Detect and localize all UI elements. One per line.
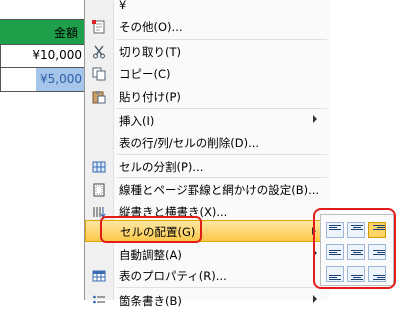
align-top-right-button[interactable] [368, 222, 386, 238]
menu-item-split-cells[interactable]: セルの分割(P)... [85, 155, 329, 178]
submenu-arrow-icon [313, 295, 317, 303]
bullets-icon [91, 293, 107, 309]
table: 金額 ¥10,000 ¥5,000 [0, 0, 84, 300]
align-line-icon [373, 225, 385, 226]
align-line-icon [329, 275, 341, 276]
menu-item-delete-cells[interactable]: 表の行/列/セルの削除(D)... [85, 131, 329, 154]
menu-item-other-symbols[interactable]: その他(O)... [85, 15, 329, 38]
align-line-icon [373, 275, 385, 276]
align-line-icon [351, 275, 363, 276]
context-menu: ¥ その他(O)... 切り取り(T) コピー(C) 貼り付け(P) 挿入(I)… [84, 0, 329, 308]
menu-item-table-properties[interactable]: 表のプロパティ(R)... [85, 264, 329, 287]
menu-item-insert[interactable]: 挿入(I) [85, 109, 329, 132]
align-line-icon [351, 225, 363, 226]
table-cell-value: ¥10,000 [32, 48, 82, 62]
align-line-icon [351, 279, 363, 280]
align-middle-center-button[interactable] [347, 244, 365, 260]
menu-item-copy[interactable]: コピー(C) [85, 62, 329, 85]
menu-item-paste[interactable]: 貼り付け(P) [85, 85, 329, 108]
borders-icon [91, 182, 107, 198]
menu-item-cut[interactable]: 切り取り(T) [85, 40, 329, 63]
align-line-icon [329, 254, 341, 255]
submenu-arrow-icon [313, 115, 317, 123]
align-bottom-left-button[interactable] [326, 266, 344, 282]
table-cell-value: ¥5,000 [40, 72, 82, 86]
table-properties-icon [91, 268, 107, 284]
align-line-icon [373, 279, 385, 280]
align-line-icon [329, 229, 341, 230]
align-line-icon [373, 250, 385, 251]
split-cells-icon [91, 159, 107, 175]
align-line-icon [329, 279, 341, 280]
align-line-icon [373, 254, 385, 255]
align-middle-right-button[interactable] [368, 244, 386, 260]
align-line-icon [353, 227, 361, 228]
align-line-icon [351, 254, 363, 255]
align-line-icon [351, 229, 363, 230]
menu-item-autofit[interactable]: 自動調整(A) [85, 243, 329, 266]
align-line-icon [377, 277, 385, 278]
table-row[interactable]: ¥10,000 [0, 44, 84, 68]
align-line-icon [329, 252, 337, 253]
table-header-label: 金額 [53, 26, 78, 40]
annotation-highlight-cell-alignment [100, 216, 202, 243]
align-line-icon [377, 227, 385, 228]
menu-separator [117, 287, 327, 288]
align-line-icon [353, 277, 361, 278]
align-bottom-center-button[interactable] [347, 266, 365, 282]
symbol-insert-icon [91, 19, 107, 35]
align-line-icon [351, 250, 363, 251]
align-top-left-button[interactable] [326, 222, 344, 238]
align-line-icon [353, 252, 361, 253]
align-line-icon [329, 227, 337, 228]
table-row[interactable]: ¥5,000 [0, 68, 84, 92]
menu-item-bullets[interactable]: 箇条書き(B) [85, 289, 329, 312]
align-middle-left-button[interactable] [326, 244, 344, 260]
copy-icon [91, 66, 107, 82]
align-top-center-button[interactable] [347, 222, 365, 238]
paste-icon [91, 89, 107, 105]
table-header-cell[interactable]: 金額 [0, 19, 84, 45]
align-line-icon [329, 277, 337, 278]
cut-icon [91, 44, 107, 60]
menu-item-borders-shading[interactable]: 線種とページ罫線と網かけの設定(B)... [85, 178, 329, 201]
align-line-icon [377, 252, 385, 253]
align-line-icon [329, 250, 341, 251]
align-line-icon [373, 229, 385, 230]
align-line-icon [329, 225, 341, 226]
align-bottom-right-button[interactable] [368, 266, 386, 282]
